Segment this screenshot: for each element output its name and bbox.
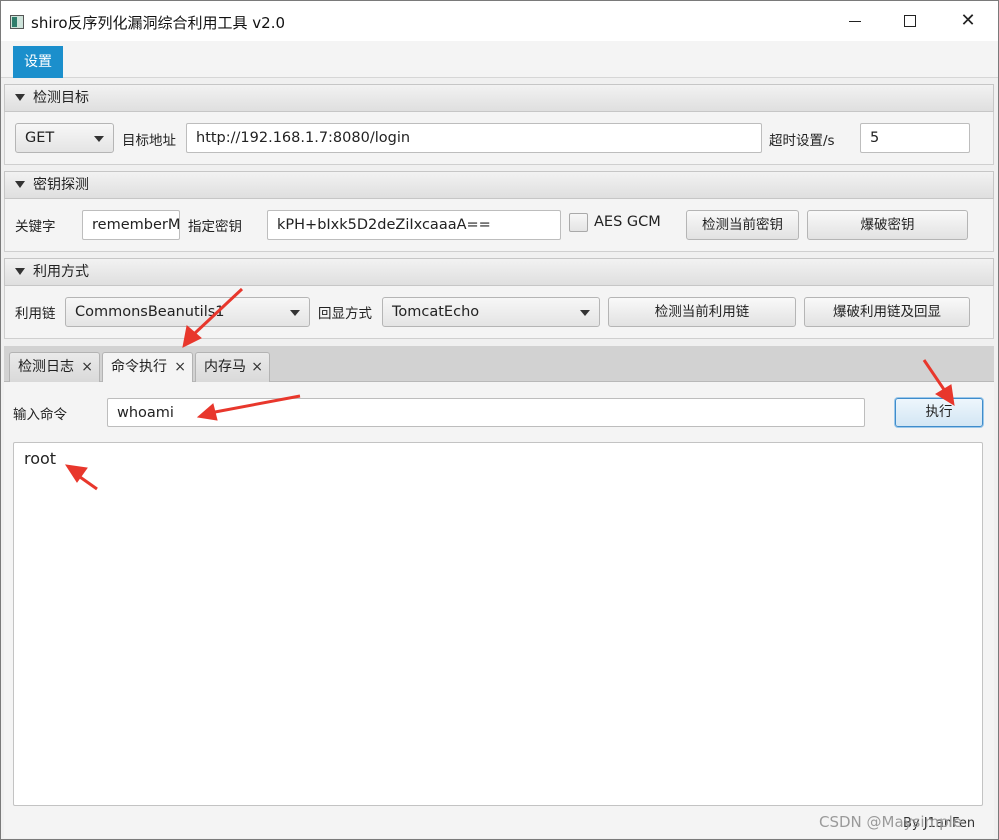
- csdn-watermark: CSDN @Maysimple: [819, 813, 963, 831]
- tab-label: 命令执行: [111, 359, 167, 375]
- check-chain-button[interactable]: 检测当前利用链: [608, 297, 796, 327]
- brute-key-button[interactable]: 爆破密钥: [807, 210, 968, 240]
- timeout-input[interactable]: 5: [860, 123, 970, 153]
- tab-detect-log[interactable]: 检测日志 ×: [9, 352, 100, 382]
- collapse-triangle-icon: [15, 181, 25, 188]
- command-output[interactable]: root: [13, 442, 983, 806]
- key-probe-header[interactable]: 密钥探测: [4, 171, 994, 199]
- echo-label: 回显方式: [318, 306, 372, 322]
- dropdown-arrow-icon: [94, 136, 104, 142]
- command-input[interactable]: whoami: [107, 398, 865, 427]
- command-output-text: root: [24, 449, 57, 468]
- aes-gcm-label: AES GCM: [594, 214, 661, 230]
- dropdown-arrow-icon: [580, 310, 590, 316]
- tab-close-icon[interactable]: ×: [174, 353, 186, 381]
- collapse-triangle-icon: [15, 94, 25, 101]
- echo-select[interactable]: TomcatEcho: [382, 297, 600, 327]
- detect-target-title: 检测目标: [33, 90, 89, 106]
- collapse-triangle-icon: [15, 268, 25, 275]
- app-window: shiro反序列化漏洞综合利用工具 v2.0 ✕ 设置 检测目标 GET 目标地…: [0, 0, 999, 840]
- minimize-icon: [849, 20, 861, 22]
- tab-close-icon[interactable]: ×: [81, 353, 93, 381]
- exploit-title: 利用方式: [33, 264, 89, 280]
- chain-label: 利用链: [15, 306, 56, 322]
- tab-memshell[interactable]: 内存马 ×: [195, 352, 270, 382]
- execute-button[interactable]: 执行: [895, 398, 983, 427]
- close-button[interactable]: ✕: [939, 1, 997, 41]
- menu-bar: 设置: [1, 41, 998, 78]
- title-bar[interactable]: shiro反序列化漏洞综合利用工具 v2.0 ✕: [1, 1, 998, 41]
- method-value: GET: [25, 130, 55, 146]
- brute-chain-button[interactable]: 爆破利用链及回显: [804, 297, 970, 327]
- tab-label: 内存马: [204, 359, 246, 375]
- app-icon: [10, 15, 24, 29]
- tab-label: 检测日志: [18, 359, 74, 375]
- chain-select[interactable]: CommonsBeanutils1: [65, 297, 310, 327]
- target-url-label: 目标地址: [122, 133, 176, 149]
- check-key-button[interactable]: 检测当前密钥: [686, 210, 799, 240]
- detect-target-header[interactable]: 检测目标: [4, 84, 994, 112]
- keyword-input[interactable]: rememberMe: [82, 210, 180, 240]
- target-url-input[interactable]: http://192.168.1.7:8080/login: [186, 123, 762, 153]
- method-select[interactable]: GET: [15, 123, 114, 153]
- window-title: shiro反序列化漏洞综合利用工具 v2.0: [31, 14, 286, 32]
- maximize-button[interactable]: [881, 1, 939, 41]
- key-label: 指定密钥: [188, 219, 242, 235]
- maximize-icon: [904, 15, 916, 27]
- settings-menu[interactable]: 设置: [13, 46, 63, 78]
- aes-gcm-checkbox[interactable]: [569, 213, 588, 232]
- close-icon: ✕: [960, 10, 976, 31]
- key-input[interactable]: kPH+bIxk5D2deZiIxcaaaA==: [267, 210, 561, 240]
- tab-bar: 检测日志 × 命令执行 × 内存马 ×: [4, 346, 994, 383]
- timeout-label: 超时设置/s: [769, 133, 835, 149]
- tab-command-exec[interactable]: 命令执行 ×: [102, 352, 193, 383]
- exploit-header[interactable]: 利用方式: [4, 258, 994, 286]
- key-probe-title: 密钥探测: [33, 177, 89, 193]
- tab-close-icon[interactable]: ×: [251, 353, 263, 381]
- keyword-label: 关键字: [15, 219, 56, 235]
- echo-value: TomcatEcho: [392, 304, 480, 320]
- chain-value: CommonsBeanutils1: [75, 304, 225, 320]
- dropdown-arrow-icon: [290, 310, 300, 316]
- command-input-label: 输入命令: [13, 407, 67, 423]
- minimize-button[interactable]: [826, 1, 884, 41]
